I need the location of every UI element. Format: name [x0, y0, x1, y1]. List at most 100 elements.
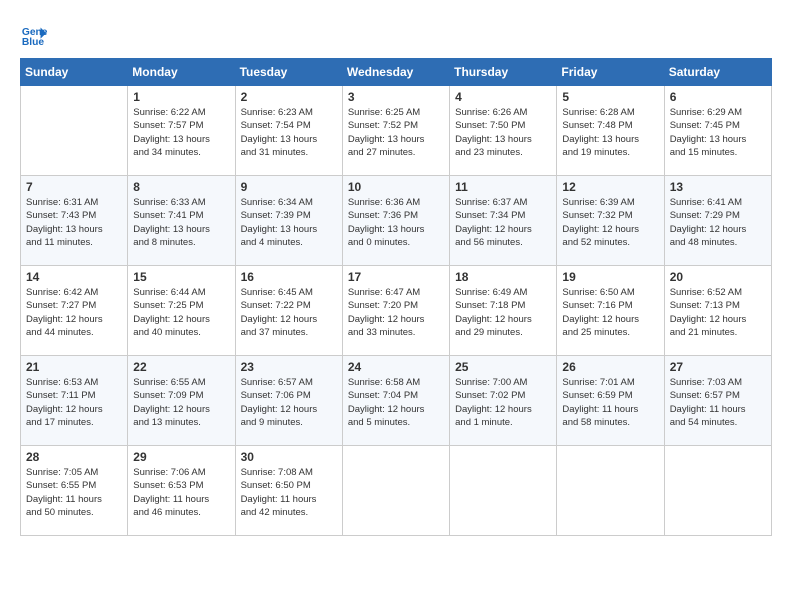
- day-number: 20: [670, 270, 766, 284]
- cell-content: Sunrise: 6:22 AM Sunset: 7:57 PM Dayligh…: [133, 106, 229, 159]
- day-number: 15: [133, 270, 229, 284]
- day-number: 1: [133, 90, 229, 104]
- calendar-cell: 8Sunrise: 6:33 AM Sunset: 7:41 PM Daylig…: [128, 176, 235, 266]
- column-header-monday: Monday: [128, 59, 235, 86]
- day-number: 22: [133, 360, 229, 374]
- calendar-cell: 3 Sunrise: 6:25 AM Sunset: 7:52 PM Daylig…: [342, 86, 449, 176]
- calendar-cell: 29Sunrise: 7:06 AM Sunset: 6:53 PM Dayli…: [128, 446, 235, 536]
- column-header-friday: Friday: [557, 59, 664, 86]
- calendar-week-row: 14 Sunrise: 6:42 AM Sunset: 7:27 PM Dayli…: [21, 266, 772, 356]
- cell-content: Sunrise: 6:26 AM Sunset: 7:50 PM Dayligh…: [455, 106, 551, 159]
- cell-content: Sunrise: 6:55 AM Sunset: 7:09 PM Dayligh…: [133, 376, 229, 429]
- cell-content: Sunrise: 7:05 AM Sunset: 6:55 PM Dayligh…: [26, 466, 122, 519]
- calendar-cell: 27 Sunrise: 7:03 AM Sunset: 6:57 PM Dayli…: [664, 356, 771, 446]
- cell-content: Sunrise: 6:52 AM Sunset: 7:13 PM Dayligh…: [670, 286, 766, 339]
- cell-content: Sunrise: 6:45 AM Sunset: 7:22 PM Dayligh…: [241, 286, 337, 339]
- day-number: 30: [241, 450, 337, 464]
- calendar-cell: 9 Sunrise: 6:34 AM Sunset: 7:39 PM Daylig…: [235, 176, 342, 266]
- calendar-cell: 23 Sunrise: 6:57 AM Sunset: 7:06 PM Dayli…: [235, 356, 342, 446]
- calendar-cell: 5Sunrise: 6:28 AM Sunset: 7:48 PM Daylig…: [557, 86, 664, 176]
- day-number: 4: [455, 90, 551, 104]
- cell-content: Sunrise: 7:08 AM Sunset: 6:50 PM Dayligh…: [241, 466, 337, 519]
- cell-content: Sunrise: 6:33 AM Sunset: 7:41 PM Dayligh…: [133, 196, 229, 249]
- calendar-week-row: 7 Sunrise: 6:31 AM Sunset: 7:43 PM Daylig…: [21, 176, 772, 266]
- calendar-cell: 16 Sunrise: 6:45 AM Sunset: 7:22 PM Dayli…: [235, 266, 342, 356]
- column-header-thursday: Thursday: [450, 59, 557, 86]
- cell-content: Sunrise: 6:37 AM Sunset: 7:34 PM Dayligh…: [455, 196, 551, 249]
- cell-content: Sunrise: 6:44 AM Sunset: 7:25 PM Dayligh…: [133, 286, 229, 339]
- cell-content: Sunrise: 6:34 AM Sunset: 7:39 PM Dayligh…: [241, 196, 337, 249]
- calendar-cell: [557, 446, 664, 536]
- column-header-saturday: Saturday: [664, 59, 771, 86]
- day-number: 28: [26, 450, 122, 464]
- calendar-cell: 6 Sunrise: 6:29 AM Sunset: 7:45 PM Daylig…: [664, 86, 771, 176]
- day-number: 12: [562, 180, 658, 194]
- calendar-week-row: 1 Sunrise: 6:22 AM Sunset: 7:57 PM Daylig…: [21, 86, 772, 176]
- day-number: 27: [670, 360, 766, 374]
- calendar-cell: 17Sunrise: 6:47 AM Sunset: 7:20 PM Dayli…: [342, 266, 449, 356]
- day-number: 29: [133, 450, 229, 464]
- day-number: 6: [670, 90, 766, 104]
- cell-content: Sunrise: 7:01 AM Sunset: 6:59 PM Dayligh…: [562, 376, 658, 429]
- calendar-cell: 25 Sunrise: 7:00 AM Sunset: 7:02 PM Dayli…: [450, 356, 557, 446]
- page-header: General Blue: [20, 20, 772, 48]
- column-header-sunday: Sunday: [21, 59, 128, 86]
- cell-content: Sunrise: 6:29 AM Sunset: 7:45 PM Dayligh…: [670, 106, 766, 159]
- day-number: 25: [455, 360, 551, 374]
- cell-content: Sunrise: 6:49 AM Sunset: 7:18 PM Dayligh…: [455, 286, 551, 339]
- calendar-week-row: 21 Sunrise: 6:53 AM Sunset: 7:11 PM Dayli…: [21, 356, 772, 446]
- calendar-cell: 20 Sunrise: 6:52 AM Sunset: 7:13 PM Dayli…: [664, 266, 771, 356]
- cell-content: Sunrise: 6:41 AM Sunset: 7:29 PM Dayligh…: [670, 196, 766, 249]
- calendar-week-row: 28 Sunrise: 7:05 AM Sunset: 6:55 PM Dayli…: [21, 446, 772, 536]
- calendar-table: SundayMondayTuesdayWednesdayThursdayFrid…: [20, 58, 772, 536]
- logo: General Blue: [20, 20, 48, 48]
- day-number: 17: [348, 270, 444, 284]
- day-number: 10: [348, 180, 444, 194]
- calendar-cell: 22 Sunrise: 6:55 AM Sunset: 7:09 PM Dayli…: [128, 356, 235, 446]
- day-number: 18: [455, 270, 551, 284]
- calendar-cell: 21 Sunrise: 6:53 AM Sunset: 7:11 PM Dayli…: [21, 356, 128, 446]
- day-number: 13: [670, 180, 766, 194]
- calendar-cell: 26Sunrise: 7:01 AM Sunset: 6:59 PM Dayli…: [557, 356, 664, 446]
- column-header-wednesday: Wednesday: [342, 59, 449, 86]
- cell-content: Sunrise: 6:57 AM Sunset: 7:06 PM Dayligh…: [241, 376, 337, 429]
- svg-text:Blue: Blue: [22, 37, 45, 48]
- cell-content: Sunrise: 6:42 AM Sunset: 7:27 PM Dayligh…: [26, 286, 122, 339]
- calendar-cell: 12 Sunrise: 6:39 AM Sunset: 7:32 PM Dayli…: [557, 176, 664, 266]
- calendar-header-row: SundayMondayTuesdayWednesdayThursdayFrid…: [21, 59, 772, 86]
- calendar-cell: 15 Sunrise: 6:44 AM Sunset: 7:25 PM Dayli…: [128, 266, 235, 356]
- calendar-cell: [342, 446, 449, 536]
- day-number: 9: [241, 180, 337, 194]
- day-number: 2: [241, 90, 337, 104]
- calendar-cell: [21, 86, 128, 176]
- calendar-cell: 11 Sunrise: 6:37 AM Sunset: 7:34 PM Dayli…: [450, 176, 557, 266]
- day-number: 16: [241, 270, 337, 284]
- cell-content: Sunrise: 7:00 AM Sunset: 7:02 PM Dayligh…: [455, 376, 551, 429]
- calendar-cell: 28 Sunrise: 7:05 AM Sunset: 6:55 PM Dayli…: [21, 446, 128, 536]
- calendar-cell: 18 Sunrise: 6:49 AM Sunset: 7:18 PM Dayli…: [450, 266, 557, 356]
- day-number: 7: [26, 180, 122, 194]
- day-number: 23: [241, 360, 337, 374]
- day-number: 14: [26, 270, 122, 284]
- day-number: 11: [455, 180, 551, 194]
- calendar-cell: 2Sunrise: 6:23 AM Sunset: 7:54 PM Daylig…: [235, 86, 342, 176]
- cell-content: Sunrise: 6:31 AM Sunset: 7:43 PM Dayligh…: [26, 196, 122, 249]
- calendar-cell: 30 Sunrise: 7:08 AM Sunset: 6:50 PM Dayli…: [235, 446, 342, 536]
- day-number: 19: [562, 270, 658, 284]
- cell-content: Sunrise: 6:39 AM Sunset: 7:32 PM Dayligh…: [562, 196, 658, 249]
- cell-content: Sunrise: 7:03 AM Sunset: 6:57 PM Dayligh…: [670, 376, 766, 429]
- logo-icon: General Blue: [20, 20, 48, 48]
- cell-content: Sunrise: 6:28 AM Sunset: 7:48 PM Dayligh…: [562, 106, 658, 159]
- calendar-cell: 1 Sunrise: 6:22 AM Sunset: 7:57 PM Daylig…: [128, 86, 235, 176]
- cell-content: Sunrise: 6:25 AM Sunset: 7:52 PM Dayligh…: [348, 106, 444, 159]
- column-header-tuesday: Tuesday: [235, 59, 342, 86]
- calendar-cell: 4 Sunrise: 6:26 AM Sunset: 7:50 PM Daylig…: [450, 86, 557, 176]
- day-number: 21: [26, 360, 122, 374]
- cell-content: Sunrise: 6:53 AM Sunset: 7:11 PM Dayligh…: [26, 376, 122, 429]
- calendar-cell: 10 Sunrise: 6:36 AM Sunset: 7:36 PM Dayli…: [342, 176, 449, 266]
- calendar-cell: 24Sunrise: 6:58 AM Sunset: 7:04 PM Dayli…: [342, 356, 449, 446]
- calendar-cell: 13 Sunrise: 6:41 AM Sunset: 7:29 PM Dayli…: [664, 176, 771, 266]
- cell-content: Sunrise: 6:36 AM Sunset: 7:36 PM Dayligh…: [348, 196, 444, 249]
- calendar-cell: 7 Sunrise: 6:31 AM Sunset: 7:43 PM Daylig…: [21, 176, 128, 266]
- day-number: 3: [348, 90, 444, 104]
